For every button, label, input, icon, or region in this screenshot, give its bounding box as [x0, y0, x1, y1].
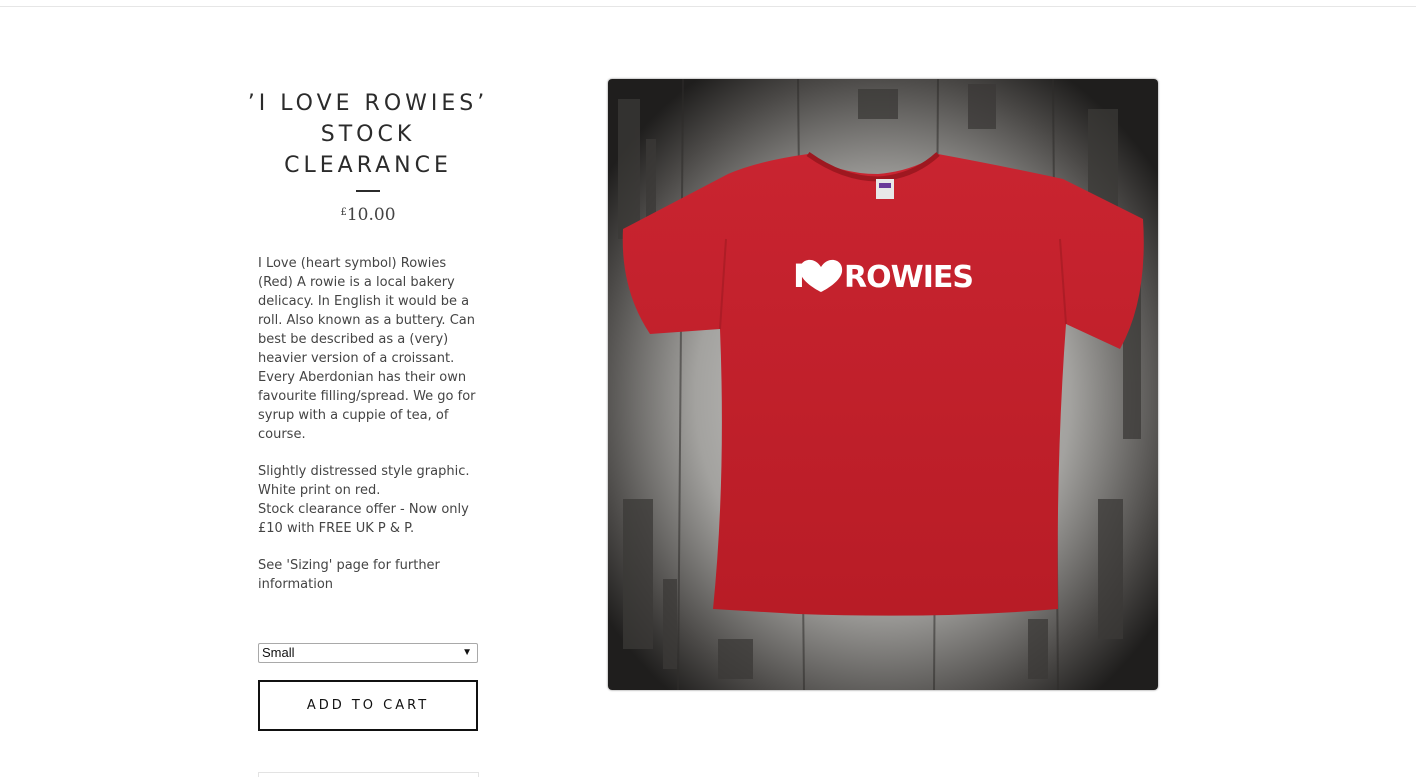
description-line: Stock clearance offer - Now only £10 wit… [258, 502, 469, 536]
product-image[interactable]: I ROWIES [608, 79, 1158, 690]
next-section-edge [258, 772, 479, 777]
price-amount: 10.00 [346, 205, 396, 225]
price-currency: £ [340, 207, 347, 218]
title-divider [356, 190, 380, 192]
description-line: Slightly distressed style graphic. [258, 464, 470, 479]
add-to-cart-button[interactable]: ADD TO CART [258, 680, 478, 731]
description-sizing-note: See 'Sizing' page for further informatio… [258, 558, 440, 592]
svg-text:ROWIES: ROWIES [844, 260, 973, 295]
tshirt-photo: I ROWIES [608, 79, 1158, 690]
product-info-column: ’I LOVE ROWIES’ STOCK CLEARANCE £10.00 I… [248, 88, 484, 777]
size-select-value: Small [262, 645, 295, 660]
product-title: ’I LOVE ROWIES’ STOCK CLEARANCE [247, 91, 489, 178]
description-paragraph: I Love (heart symbol) Rowies (Red) A row… [258, 256, 476, 442]
description-line: White print on red. [258, 483, 381, 498]
dropdown-arrow-icon: ▼ [462, 647, 472, 658]
header-divider [0, 6, 1416, 7]
product-description: I Love (heart symbol) Rowies (Red) A row… [258, 254, 478, 594]
product-price: £10.00 [258, 205, 478, 225]
size-select[interactable]: Small ▼ [258, 643, 478, 663]
